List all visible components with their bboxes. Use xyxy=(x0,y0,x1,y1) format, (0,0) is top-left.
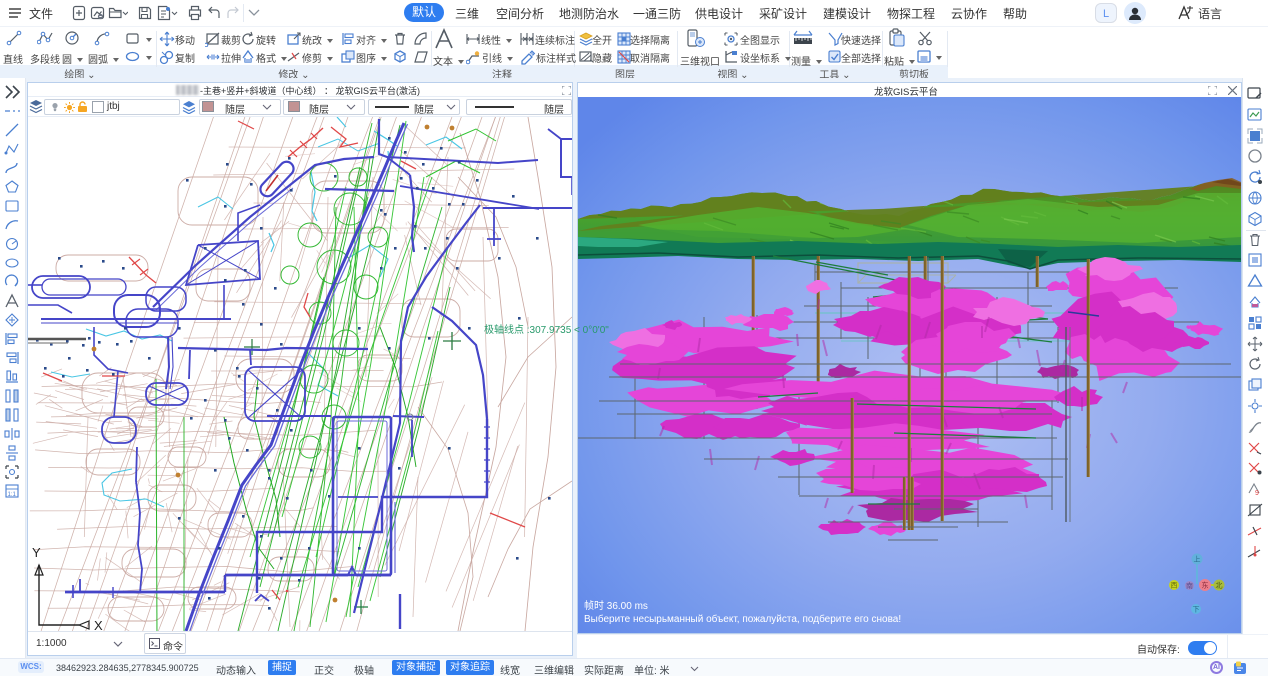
svg-text:北: 北 xyxy=(1216,582,1223,590)
svg-text:帧时 36.00 ms: 帧时 36.00 ms xyxy=(584,599,648,612)
svg-text:南: 南 xyxy=(1186,581,1193,590)
svg-text:上: 上 xyxy=(1194,555,1201,564)
svg-text:Y: Y xyxy=(32,545,41,560)
svg-text:东: 东 xyxy=(1202,581,1209,590)
svg-text:1:1: 1:1 xyxy=(8,492,17,498)
svg-text:9: 9 xyxy=(1255,490,1259,497)
svg-text:Выберите несырьманный объект,: Выберите несырьманный объект, пожалуйста… xyxy=(584,613,901,625)
svg-text:X: X xyxy=(94,618,103,631)
svg-text:西: 西 xyxy=(1171,582,1178,590)
svg-text:下: 下 xyxy=(1193,606,1200,614)
